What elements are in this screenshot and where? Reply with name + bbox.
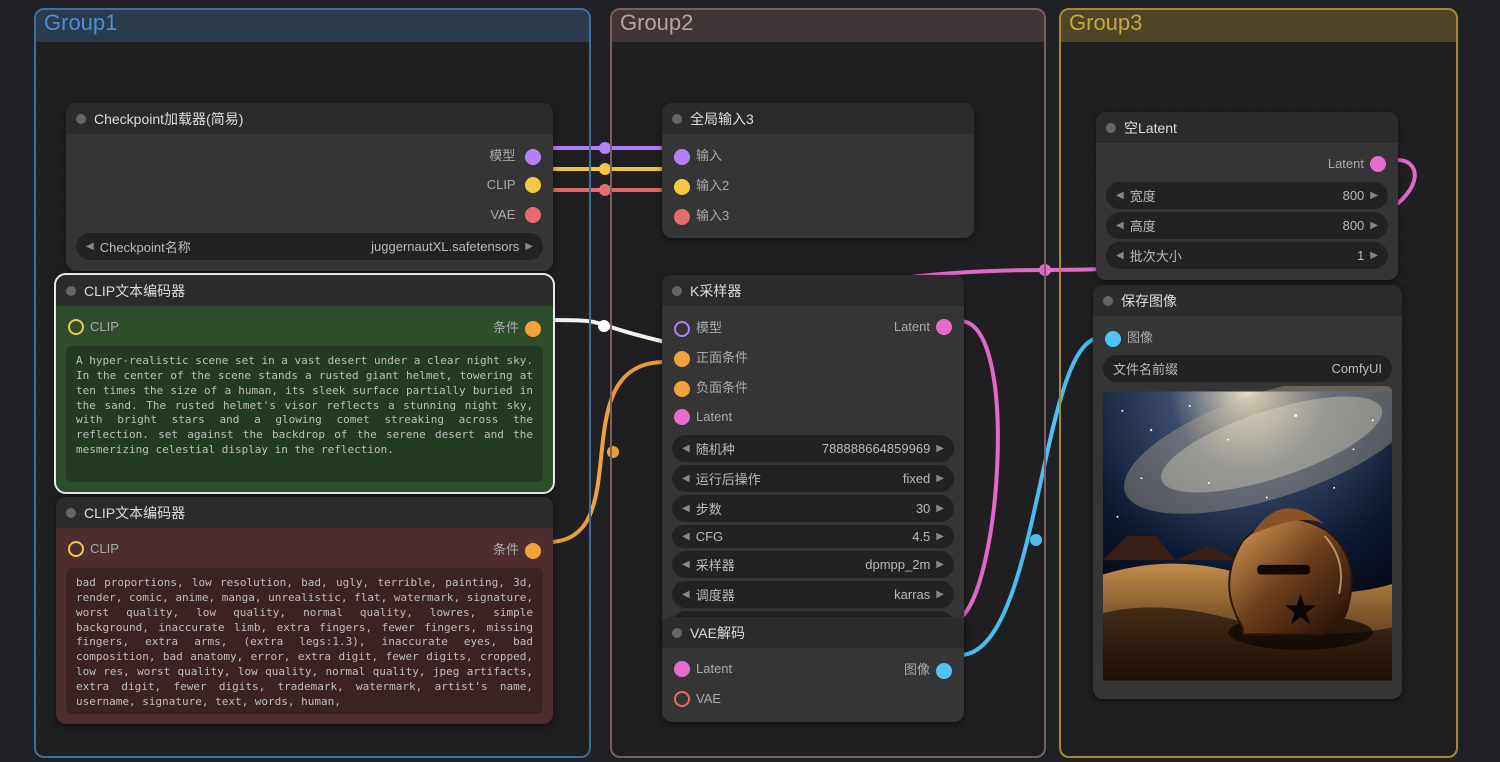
output-model[interactable]	[525, 149, 541, 165]
text-negative-prompt[interactable]: bad proportions, low resolution, bad, ug…	[66, 568, 543, 714]
node-title: K采样器	[690, 281, 741, 301]
node-ksampler[interactable]: K采样器 模型 Latent 正面条件 负面条件 Latent ◀随机种7888…	[662, 275, 964, 649]
input-clip[interactable]	[68, 319, 84, 335]
node-title: 全局输入3	[690, 109, 754, 129]
widget-sampler[interactable]: ◀采样器dpmpp_2m▶	[672, 551, 954, 578]
widget-filename[interactable]: 文件名前缀ComfyUI	[1103, 355, 1392, 382]
widget-width[interactable]: ◀宽度800▶	[1106, 182, 1388, 209]
input-2[interactable]	[674, 179, 690, 195]
node-title: 保存图像	[1121, 291, 1177, 311]
input-latent[interactable]	[674, 409, 690, 425]
node-empty-latent[interactable]: 空Latent Latent ◀宽度800▶ ◀高度800▶ ◀批次大小1▶	[1096, 112, 1398, 280]
group-2-title: Group2	[620, 10, 693, 36]
output-vae[interactable]	[525, 207, 541, 223]
node-clip-negative[interactable]: CLIP文本编码器 CLIP 条件 bad proportions, low r…	[56, 497, 553, 724]
input-positive[interactable]	[674, 351, 690, 367]
node-clip-positive[interactable]: CLIP文本编码器 CLIP 条件 A hyper-realistic scen…	[56, 275, 553, 492]
widget-seed[interactable]: ◀随机种788888664859969▶	[672, 435, 954, 462]
input-negative[interactable]	[674, 381, 690, 397]
group-1-title: Group1	[44, 10, 117, 36]
widget-checkpoint-name[interactable]: ◀ Checkpoint名称 juggernautXL.safetensors …	[76, 233, 543, 260]
node-title: CLIP文本编码器	[84, 503, 185, 523]
node-title: 空Latent	[1124, 118, 1177, 138]
input-latent[interactable]	[674, 661, 690, 677]
output-latent[interactable]	[936, 319, 952, 335]
widget-height[interactable]: ◀高度800▶	[1106, 212, 1388, 239]
node-checkpoint-loader[interactable]: Checkpoint加载器(简易) 模型 CLIP VAE ◀ Checkpoi…	[66, 103, 553, 271]
node-title: VAE解码	[690, 623, 745, 643]
input-model[interactable]	[674, 321, 690, 337]
node-global-input[interactable]: 全局输入3 输入 输入2 输入3	[662, 103, 974, 238]
output-latent[interactable]	[1370, 156, 1386, 172]
input-vae[interactable]	[674, 691, 690, 707]
input-3[interactable]	[674, 209, 690, 225]
chevron-left-icon: ◀	[86, 241, 94, 252]
widget-batch[interactable]: ◀批次大小1▶	[1106, 242, 1388, 269]
widget-steps[interactable]: ◀步数30▶	[672, 495, 954, 522]
widget-cfg[interactable]: ◀CFG4.5▶	[672, 525, 954, 548]
node-save-image[interactable]: 保存图像 图像 文件名前缀ComfyUI	[1093, 285, 1402, 699]
node-title: Checkpoint加载器(简易)	[94, 109, 243, 129]
input-clip[interactable]	[68, 541, 84, 557]
chevron-right-icon: ▶	[525, 241, 533, 252]
widget-after-run[interactable]: ◀运行后操作fixed▶	[672, 465, 954, 492]
node-title: CLIP文本编码器	[84, 281, 185, 301]
output-image[interactable]	[936, 663, 952, 679]
output-conditioning[interactable]	[525, 543, 541, 559]
input-image[interactable]	[1105, 331, 1121, 347]
output-clip[interactable]	[525, 177, 541, 193]
group-3-title: Group3	[1069, 10, 1142, 36]
widget-scheduler[interactable]: ◀调度器karras▶	[672, 581, 954, 608]
output-conditioning[interactable]	[525, 321, 541, 337]
image-preview	[1103, 386, 1392, 689]
input-1[interactable]	[674, 149, 690, 165]
text-positive-prompt[interactable]: A hyper-realistic scene set in a vast de…	[66, 346, 543, 482]
node-vae-decode[interactable]: VAE解码 Latent 图像 VAE	[662, 617, 964, 722]
